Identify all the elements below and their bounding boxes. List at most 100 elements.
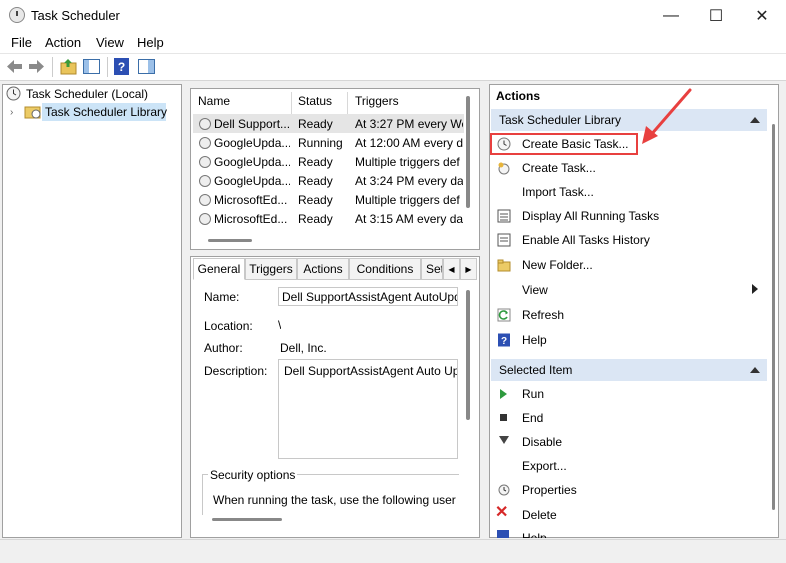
console-tree <box>2 84 182 538</box>
task-row-trigger: At 12:00 AM every da <box>355 136 463 150</box>
tree-item-library[interactable]: Task Scheduler Library <box>45 105 167 119</box>
clock-icon <box>6 86 21 101</box>
task-row-trigger: At 3:24 PM every day <box>355 174 463 188</box>
collapse-triangle-icon[interactable] <box>750 367 760 373</box>
task-clock-icon <box>199 118 211 130</box>
task-row-name[interactable]: MicrosoftEd... <box>214 212 290 226</box>
show-hide-console-tree-icon[interactable] <box>82 57 101 76</box>
folder-clock-icon <box>24 104 42 119</box>
description-label: Description: <box>204 364 268 378</box>
menu-file[interactable]: File <box>11 35 32 50</box>
up-folder-icon[interactable] <box>59 57 78 76</box>
column-header-triggers[interactable]: Triggers <box>355 94 399 114</box>
task-clock-icon <box>199 137 211 149</box>
menu-view[interactable]: View <box>96 35 124 50</box>
task-row-name[interactable]: GoogleUpda... <box>214 136 290 150</box>
refresh-action[interactable]: Refresh <box>522 308 564 322</box>
help-book-icon[interactable]: ? <box>113 57 132 76</box>
selected-item-section-header[interactable]: Selected Item <box>491 359 767 381</box>
task-row-status: Ready <box>298 174 333 188</box>
task-row-trigger: Multiple triggers def <box>355 193 460 207</box>
svg-text:?: ? <box>501 336 507 347</box>
import-task-action[interactable]: Import Task... <box>522 185 594 199</box>
help-action[interactable]: Help <box>522 333 547 347</box>
tab-conditions[interactable]: Conditions <box>349 258 421 280</box>
help-action-selected[interactable]: Help <box>522 531 547 538</box>
actions-vertical-scrollbar[interactable] <box>772 124 775 510</box>
task-row-trigger: At 3:27 PM every We <box>355 117 463 131</box>
task-row-trigger: At 3:15 AM every day <box>355 212 463 226</box>
task-row-name[interactable]: Dell Support... <box>214 117 290 131</box>
column-separator <box>291 92 292 114</box>
tab-settings[interactable]: Set <box>421 258 443 280</box>
minimize-button[interactable]: — <box>648 0 694 31</box>
menu-help[interactable]: Help <box>137 35 164 50</box>
task-row-status: Ready <box>298 155 333 169</box>
end-action[interactable]: End <box>522 411 543 425</box>
task-row-name[interactable]: GoogleUpda... <box>214 174 290 188</box>
details-horizontal-scrollbar[interactable] <box>212 518 282 521</box>
description-field[interactable]: Dell SupportAssistAgent Auto Up <box>278 359 458 459</box>
toolbar-separator <box>52 57 53 77</box>
refresh-icon <box>497 308 511 322</box>
column-header-name[interactable]: Name <box>198 94 230 114</box>
library-section-header[interactable]: Task Scheduler Library <box>491 109 767 131</box>
tab-general[interactable]: General <box>193 258 245 280</box>
security-options-title: Security options <box>208 468 298 482</box>
close-button[interactable]: ✕ <box>739 0 785 31</box>
task-row-status: Ready <box>298 193 333 207</box>
selected-item-section-label: Selected Item <box>499 363 573 377</box>
delete-action[interactable]: Delete <box>522 508 557 522</box>
column-header-status[interactable]: Status <box>298 94 332 114</box>
task-scheduler-clock-icon <box>9 7 25 23</box>
disable-icon <box>499 436 509 444</box>
task-row-name[interactable]: GoogleUpda... <box>214 155 290 169</box>
collapse-triangle-icon[interactable] <box>750 117 760 123</box>
export-action[interactable]: Export... <box>522 459 567 473</box>
name-field[interactable]: Dell SupportAssistAgent AutoUpd <box>278 287 458 306</box>
tab-actions[interactable]: Actions <box>297 258 349 280</box>
enable-history-action[interactable]: Enable All Tasks History <box>522 233 650 247</box>
run-action[interactable]: Run <box>522 387 544 401</box>
view-submenu-action[interactable]: View <box>522 283 548 297</box>
display-running-tasks-action[interactable]: Display All Running Tasks <box>522 209 659 223</box>
tree-item-root[interactable]: Task Scheduler (Local) <box>26 87 148 101</box>
disable-action[interactable]: Disable <box>522 435 562 449</box>
tab-triggers[interactable]: Triggers <box>245 258 297 280</box>
menu-action[interactable]: Action <box>45 35 81 50</box>
show-hide-action-pane-icon[interactable] <box>137 57 156 76</box>
actions-title: Actions <box>496 89 541 103</box>
new-folder-action[interactable]: New Folder... <box>522 258 593 272</box>
display-running-tasks-icon <box>497 209 511 223</box>
create-task-action[interactable]: Create Task... <box>522 161 596 175</box>
tab-scroll-right-icon[interactable]: ▶ <box>460 258 477 280</box>
author-label: Author: <box>204 341 243 355</box>
forward-arrow-icon[interactable] <box>27 58 46 77</box>
annotation-arrow <box>642 88 692 144</box>
details-vertical-scrollbar[interactable] <box>466 290 470 420</box>
delete-x-icon: ✕ <box>495 504 509 521</box>
help-book-icon <box>497 530 509 538</box>
task-row-status: Running <box>298 136 343 150</box>
properties-icon <box>497 483 511 497</box>
author-value: Dell, Inc. <box>280 341 327 355</box>
toolbar-separator <box>107 57 108 77</box>
run-icon <box>500 389 507 399</box>
back-arrow-icon[interactable] <box>5 58 24 77</box>
task-clock-icon <box>199 194 211 206</box>
column-separator <box>347 92 348 114</box>
library-section-label: Task Scheduler Library <box>499 113 622 127</box>
chevron-right-icon[interactable]: › <box>10 107 13 118</box>
task-row-trigger: Multiple triggers def <box>355 155 460 169</box>
properties-action[interactable]: Properties <box>522 483 577 497</box>
window-title: Task Scheduler <box>31 8 120 23</box>
tab-scroll-left-icon[interactable]: ◀ <box>443 258 460 280</box>
task-clock-icon <box>199 175 211 187</box>
location-value: \ <box>278 318 282 332</box>
task-list-horizontal-scrollbar[interactable] <box>208 239 252 242</box>
task-row-name[interactable]: MicrosoftEd... <box>214 193 290 207</box>
security-options-text: When running the task, use the following… <box>213 493 456 507</box>
maximize-button[interactable]: ☐ <box>693 0 739 31</box>
submenu-arrow-icon <box>752 284 758 294</box>
task-list-vertical-scrollbar[interactable] <box>466 96 470 208</box>
